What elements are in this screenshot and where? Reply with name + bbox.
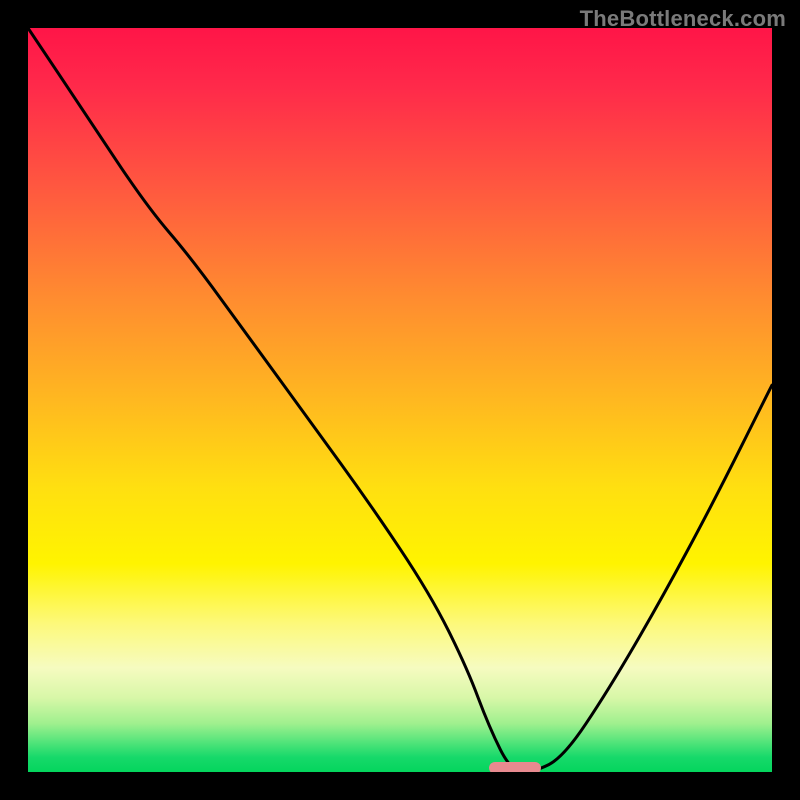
valley-marker [489, 762, 541, 772]
curve-path [28, 28, 772, 772]
watermark-text: TheBottleneck.com [580, 6, 786, 32]
chart-frame: TheBottleneck.com [0, 0, 800, 800]
plot-area [28, 28, 772, 772]
bottleneck-curve [28, 28, 772, 772]
